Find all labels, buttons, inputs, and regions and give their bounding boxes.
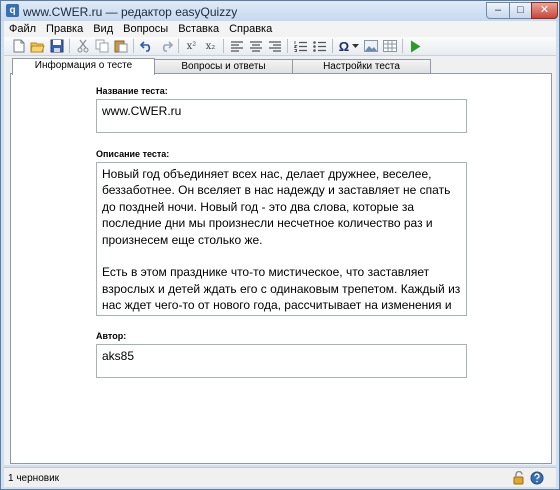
menu-bar: Файл Правка Вид Вопросы Вставка Справка	[4, 21, 556, 37]
client-area: Информация о тесте Вопросы и ответы Наст…	[4, 56, 556, 465]
undo-icon[interactable]	[138, 38, 155, 54]
test-description-label: Описание теста:	[96, 149, 170, 159]
new-file-icon[interactable]	[10, 38, 27, 54]
bulleted-list-icon[interactable]	[311, 38, 328, 54]
align-center-icon[interactable]	[247, 38, 264, 54]
menu-questions[interactable]: Вопросы	[118, 23, 173, 35]
play-icon[interactable]	[407, 38, 424, 54]
test-description-field[interactable]: Новый год объединяет всех нас, делает др…	[96, 162, 467, 316]
tab-test-info[interactable]: Информация о тесте	[12, 58, 155, 75]
app-window: q www.CWER.ru — редактор easyQuizzy – □ …	[0, 0, 560, 490]
menu-edit[interactable]: Правка	[41, 23, 88, 35]
help-icon[interactable]	[530, 471, 544, 485]
minimize-button[interactable]: –	[486, 2, 510, 19]
maximize-button[interactable]: □	[509, 2, 532, 19]
insert-table-icon[interactable]	[381, 38, 398, 54]
save-icon[interactable]	[48, 38, 65, 54]
description-paragraph: Есть в этом празднике что-то мистическое…	[102, 265, 461, 315]
title-bar[interactable]: q www.CWER.ru — редактор easyQuizzy – □ …	[1, 1, 559, 21]
redo-icon[interactable]	[157, 38, 174, 54]
chevron-down-icon[interactable]	[351, 38, 360, 54]
cut-icon[interactable]	[74, 38, 91, 54]
app-icon: q	[6, 4, 19, 17]
toolbar-separator	[287, 39, 288, 53]
author-label: Автор:	[96, 331, 127, 341]
toolbar-separator	[69, 39, 70, 53]
author-field[interactable]: aks85	[96, 344, 467, 378]
tab-panel-test-info: Название теста: www.CWER.ru Описание тес…	[10, 73, 552, 464]
copy-icon[interactable]	[93, 38, 110, 54]
toolbar-separator	[332, 39, 333, 53]
toolbar-separator	[402, 39, 403, 53]
align-left-icon[interactable]	[228, 38, 245, 54]
superscript-icon[interactable]: x²	[183, 38, 200, 54]
toolbar-separator	[133, 39, 134, 53]
insert-image-icon[interactable]	[362, 38, 379, 54]
menu-insert[interactable]: Вставка	[173, 23, 224, 35]
toolbar-separator	[223, 39, 224, 53]
lock-open-icon[interactable]	[512, 470, 526, 485]
status-bar: 1 черновик	[4, 467, 556, 487]
tab-test-settings[interactable]: Настройки теста	[292, 59, 431, 74]
tab-questions-answers[interactable]: Вопросы и ответы	[154, 59, 293, 74]
description-paragraph: Новый год объединяет всех нас, делает др…	[102, 167, 451, 247]
toolbar: x² x₂ Ω	[4, 37, 556, 56]
open-folder-icon[interactable]	[29, 38, 46, 54]
subscript-icon[interactable]: x₂	[202, 38, 219, 54]
menu-view[interactable]: Вид	[88, 23, 118, 35]
status-text: 1 черновик	[8, 473, 60, 484]
align-right-icon[interactable]	[266, 38, 283, 54]
menu-help[interactable]: Справка	[224, 23, 277, 35]
numbered-list-icon[interactable]	[292, 38, 309, 54]
omega-symbol-icon[interactable]: Ω	[337, 38, 351, 54]
test-name-label: Название теста:	[96, 86, 168, 96]
toolbar-separator	[178, 39, 179, 53]
menu-file[interactable]: Файл	[4, 23, 41, 35]
tab-strip: Информация о тесте Вопросы и ответы Наст…	[12, 58, 431, 75]
close-button[interactable]: ✕	[531, 2, 558, 19]
window-title: www.CWER.ru — редактор easyQuizzy	[23, 5, 238, 19]
paste-icon[interactable]	[112, 38, 129, 54]
test-name-field[interactable]: www.CWER.ru	[96, 99, 467, 133]
